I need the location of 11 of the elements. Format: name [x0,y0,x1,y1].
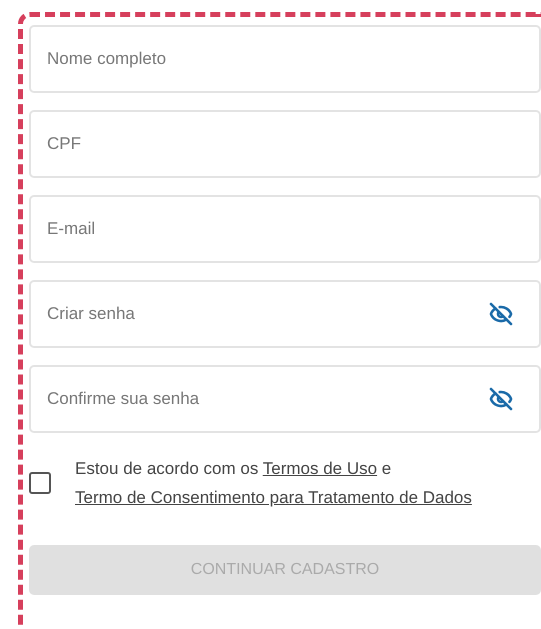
input-field[interactable]: Nome completo [29,25,541,93]
terms-link[interactable]: Termo de Consentimento para Tratamento de Dados [75,488,472,507]
terms-link[interactable]: Termos de Uso [262,459,378,478]
input-field[interactable]: Confirme sua senha [29,365,541,433]
hide-password-icon[interactable] [489,302,513,326]
checkbox[interactable] [29,472,51,494]
input-field[interactable]: Criar senha [29,280,541,348]
input-field[interactable]: CPF [29,110,541,178]
hide-password-icon[interactable] [489,387,513,411]
input-field[interactable]: E-mail [29,195,541,263]
agreement-text: Estou de acordo com os Termos de Uso e Termo de Consentimento para Tratamento de Dados [75,458,473,509]
